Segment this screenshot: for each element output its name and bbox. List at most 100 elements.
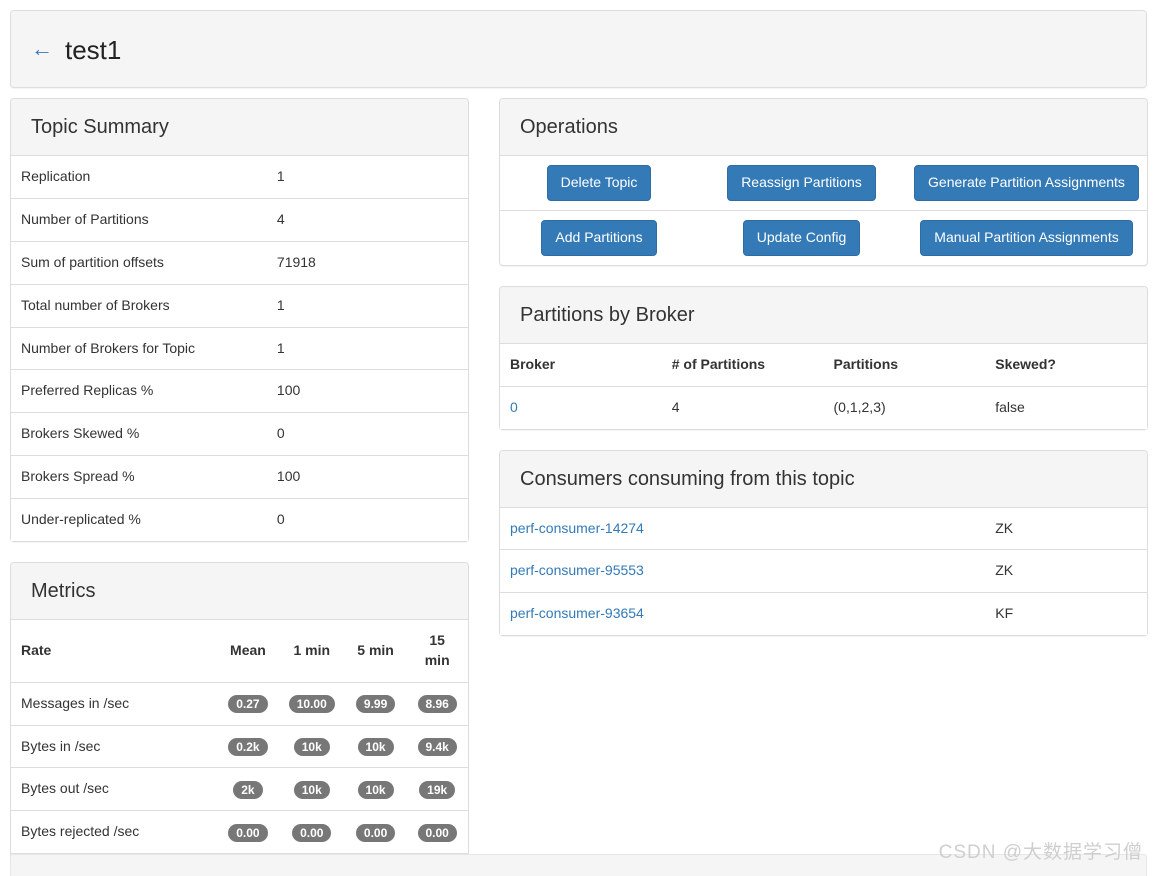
reassign-partitions-button[interactable]: Reassign Partitions xyxy=(727,165,876,201)
metrics-col-rate: Rate xyxy=(11,619,218,683)
partitions-by-broker-title: Partitions by Broker xyxy=(520,303,695,326)
operations-slot-2: Reassign Partitions xyxy=(694,165,909,201)
generate-partition-assignments-button[interactable]: Generate Partition Assignments xyxy=(914,165,1139,201)
topic-summary-title: Topic Summary xyxy=(31,116,169,138)
arrow-left-icon[interactable]: ← xyxy=(31,38,53,60)
add-partitions-button[interactable]: Add Partitions xyxy=(541,219,657,256)
metric-1min-cell: 10k xyxy=(278,767,345,811)
table-header-row: Rate Mean 1 min 5 min 15 min xyxy=(11,619,468,683)
content-columns: Topic Summary Replication 1 Number of Pa… xyxy=(10,98,1148,876)
metric-label: Bytes rejected /sec xyxy=(11,810,218,854)
metric-1min-cell: 0.00 xyxy=(278,810,345,854)
page-header-panel: ← test1 xyxy=(10,10,1147,88)
manual-partition-assignments-button[interactable]: Manual Partition Assignments xyxy=(920,219,1133,256)
table-row: Sum of partition offsets 71918 xyxy=(11,240,468,285)
metric-badge: 0.00 xyxy=(228,823,268,842)
table-row: Bytes out /sec 2k 10k 10k 19k xyxy=(11,767,468,811)
operations-slot-1: Delete Topic xyxy=(504,165,694,201)
summary-value: 4 xyxy=(266,197,468,242)
table-row: Total number of Brokers 1 xyxy=(11,283,468,327)
table-row: Preferred Replicas % 100 xyxy=(11,369,468,413)
metric-5min-cell: 10k xyxy=(344,724,407,768)
metric-badge: 10k xyxy=(357,780,394,799)
summary-label: Replication xyxy=(21,168,91,184)
metric-badge: 0.00 xyxy=(355,823,396,842)
table-row: Messages in /sec 0.27 10.00 9.99 8.96 xyxy=(11,682,468,725)
summary-label: Brokers Skewed % xyxy=(11,412,267,456)
summary-value: 0 xyxy=(266,412,468,456)
metric-label: Bytes in /sec xyxy=(11,724,218,768)
table-row: Under-replicated % 0 xyxy=(11,497,468,541)
metric-badge: 9.4k xyxy=(417,737,457,756)
consumers-table: perf-consumer-14274 ZK perf-consumer-955… xyxy=(500,507,1147,636)
metrics-col-1min: 1 min xyxy=(278,619,345,683)
table-row: 0 4 (0,1,2,3) false xyxy=(500,386,1147,428)
metric-badge: 9.99 xyxy=(355,694,396,713)
metric-badge: 10.00 xyxy=(288,694,335,713)
page-title: test1 xyxy=(65,35,122,65)
summary-label: Number of Brokers for Topic xyxy=(11,326,267,370)
table-row: perf-consumer-93654 KF xyxy=(500,592,1147,636)
metric-badge: 0.00 xyxy=(417,823,457,842)
broker-num-partitions: 4 xyxy=(671,398,680,415)
metric-label: Bytes out /sec xyxy=(11,767,218,811)
partitions-by-broker-panel: Partitions by Broker Broker # of Partiti… xyxy=(499,285,1148,430)
metric-5min-cell: 0.00 xyxy=(344,810,407,854)
broker-link[interactable]: 0 xyxy=(510,399,518,415)
metric-badge: 10k xyxy=(357,737,394,756)
footer-panel xyxy=(10,854,1147,876)
metric-badge: 0.2k xyxy=(228,737,268,756)
metric-badge: 10k xyxy=(293,780,330,799)
operations-slot-4: Add Partitions xyxy=(504,219,694,256)
table-row: Number of Brokers for Topic 1 xyxy=(11,326,468,370)
metric-badge: 19k xyxy=(419,780,456,799)
summary-value: 1 xyxy=(276,168,285,184)
consumer-name-cell: perf-consumer-14274 xyxy=(500,508,985,550)
summary-label: Under-replicated % xyxy=(11,497,267,541)
update-config-button[interactable]: Update Config xyxy=(742,219,861,256)
summary-label: Number of Partitions xyxy=(11,197,267,242)
metric-1min-cell: 10k xyxy=(278,724,345,768)
metric-5min-cell: 10k xyxy=(344,767,407,811)
operations-row-1: Delete Topic Reassign Partitions Generat… xyxy=(500,156,1147,210)
metrics-col-5min: 5 min xyxy=(344,619,407,683)
left-column: Topic Summary Replication 1 Number of Pa… xyxy=(10,98,469,876)
summary-label: Sum of partition offsets xyxy=(11,240,267,285)
operations-heading: Operations xyxy=(500,99,1147,156)
summary-value: 100 xyxy=(266,455,468,499)
metric-mean-cell: 0.2k xyxy=(217,724,279,768)
consumer-link[interactable]: perf-consumer-14274 xyxy=(510,520,644,536)
table-row: perf-consumer-14274 ZK xyxy=(500,508,1147,550)
delete-topic-button[interactable]: Delete Topic xyxy=(546,165,652,201)
summary-value: 1 xyxy=(266,326,468,370)
metric-badge: 2k xyxy=(233,780,263,799)
topic-summary-panel: Topic Summary Replication 1 Number of Pa… xyxy=(10,98,469,542)
broker-id-cell: 0 xyxy=(500,386,662,428)
topic-summary-tbody: Replication 1 Number of Partitions 4 Sum… xyxy=(11,156,468,541)
consumer-link[interactable]: perf-consumer-93654 xyxy=(510,605,644,621)
metrics-panel: Metrics Rate Mean 1 min 5 min 15 min Mes… xyxy=(10,561,469,876)
summary-value: 1 xyxy=(266,283,468,327)
table-row: Bytes in /sec 0.2k 10k 10k 9.4k xyxy=(11,724,468,768)
broker-col-num-partitions: # of Partitions xyxy=(661,343,824,387)
metric-badge: 10k xyxy=(293,737,330,756)
summary-value: 71918 xyxy=(266,240,468,285)
summary-value: 100 xyxy=(266,369,468,413)
consumer-name-cell: perf-consumer-93654 xyxy=(500,592,986,636)
broker-col-partitions: Partitions xyxy=(823,343,986,387)
operations-row-2: Add Partitions Update Config Manual Part… xyxy=(500,209,1147,265)
consumers-panel: Consumers consuming from this topic perf… xyxy=(499,449,1148,637)
operations-slot-6: Manual Partition Assignments xyxy=(909,219,1144,256)
broker-col-skewed: Skewed? xyxy=(985,343,1147,387)
consumer-type: ZK xyxy=(985,549,1147,593)
partitions-by-broker-heading: Partitions by Broker xyxy=(500,286,1147,344)
summary-label: Brokers Spread % xyxy=(11,455,267,499)
consumer-type: ZK xyxy=(995,519,1014,536)
consumer-link[interactable]: perf-consumer-95553 xyxy=(510,562,644,578)
metric-15min-cell: 0.00 xyxy=(406,810,468,854)
metric-5min-cell: 9.99 xyxy=(345,682,407,725)
operations-slot-3: Generate Partition Assignments xyxy=(909,165,1144,201)
table-header-row: Broker # of Partitions Partitions Skewed… xyxy=(500,343,1147,387)
metric-15min-cell: 9.4k xyxy=(406,724,468,768)
summary-label: Total number of Brokers xyxy=(11,283,267,327)
